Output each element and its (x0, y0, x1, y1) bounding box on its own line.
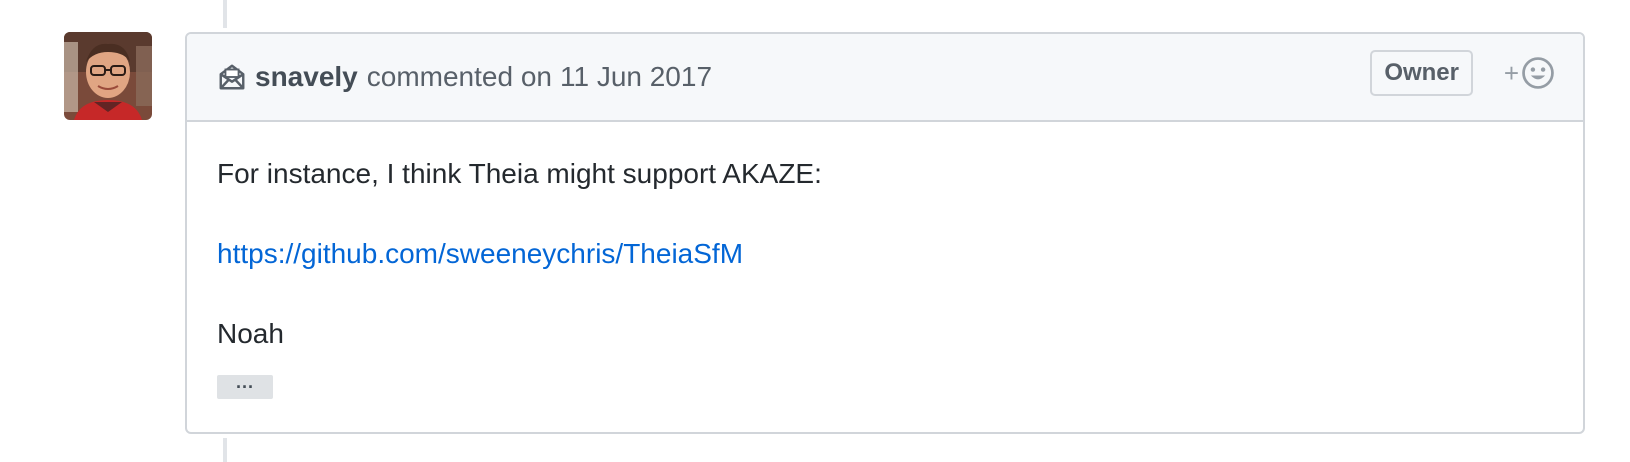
plus-icon: + (1503, 58, 1519, 88)
owner-badge: Owner (1370, 50, 1473, 96)
comment-author-link[interactable]: snavely (255, 61, 358, 93)
smiley-icon (1521, 56, 1555, 90)
comment-body: For instance, I think Theia might suppor… (187, 122, 1583, 404)
timeline-connector-bottom (223, 438, 227, 462)
comment-card: snavely commented on 11 Jun 2017 Owner + (185, 32, 1585, 434)
timeline-comment-page: snavely commented on 11 Jun 2017 Owner + (0, 0, 1630, 462)
comment-date-link[interactable]: 11 Jun 2017 (560, 61, 712, 93)
mail-icon (217, 62, 247, 92)
avatar-image (64, 32, 152, 120)
add-reaction-button[interactable]: + (1504, 56, 1555, 90)
repository-link[interactable]: https://github.com/sweeneychris/TheiaSfM (217, 238, 743, 269)
show-more-button[interactable]: ··· (217, 375, 273, 399)
comment-link-paragraph: https://github.com/sweeneychris/TheiaSfM (217, 234, 1553, 274)
comment-header-meta: snavely commented on 11 Jun 2017 (217, 34, 712, 120)
comment-header: snavely commented on 11 Jun 2017 Owner + (187, 34, 1583, 122)
comment-signature: Noah (217, 318, 284, 349)
comment-action-text: commented on (366, 61, 552, 92)
timeline-connector-top (223, 0, 227, 28)
avatar[interactable] (64, 32, 152, 120)
comment-text-line: For instance, I think Theia might suppor… (217, 158, 822, 189)
